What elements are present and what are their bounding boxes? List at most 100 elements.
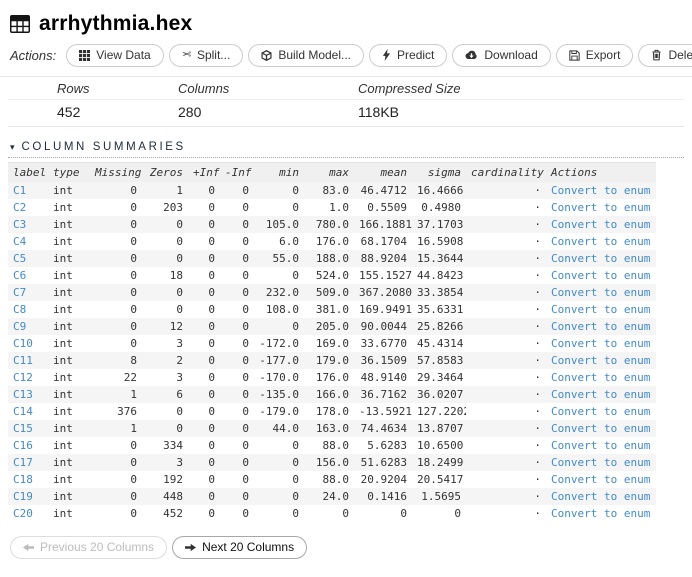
column-label-link[interactable]: C18 [13, 473, 33, 486]
type-cell: int [53, 473, 73, 486]
previous-20-columns-button[interactable]: Previous 20 Columns [10, 536, 168, 559]
column-summaries-section-header[interactable]: ▾ COLUMN SUMMARIES [8, 141, 684, 158]
numeric-cell: 25.8266 [417, 320, 464, 333]
column-label-link[interactable]: C15 [13, 422, 33, 435]
column-label-link[interactable]: C8 [13, 303, 26, 316]
convert-to-enum-link[interactable]: Convert to enum [551, 337, 650, 350]
numeric-cell: 0 [292, 473, 299, 486]
column-label-link[interactable]: C5 [13, 252, 26, 265]
scissors-icon: ✂ [181, 48, 191, 61]
column-label-link[interactable]: C7 [13, 286, 26, 299]
numeric-cell: 0 [242, 473, 249, 486]
table-row: C16 int 0 334 0 0 0 88.0 5.6283 10.6500 · Convert t… [8, 437, 656, 454]
numeric-cell: 6 [176, 388, 183, 401]
convert-to-enum-link[interactable]: Convert to enum [551, 320, 650, 333]
numeric-cell: 0 [242, 303, 249, 316]
numeric-cell: 127.2202 [417, 405, 466, 418]
convert-to-enum-link[interactable]: Convert to enum [551, 405, 650, 418]
numeric-cell: 0 [130, 507, 137, 520]
convert-to-enum-link[interactable]: Convert to enum [551, 371, 650, 384]
numeric-cell: 0 [292, 320, 299, 333]
column-label-link[interactable]: C16 [13, 439, 33, 452]
download-button[interactable]: Download [452, 44, 551, 67]
split-button[interactable]: ✂ Split... [168, 44, 244, 67]
view-data-button[interactable]: View Data [66, 44, 164, 67]
actions-cell: Convert to enum [546, 403, 656, 420]
numeric-cell: 18 [169, 269, 183, 282]
label-cell: C12 [8, 369, 48, 386]
numeric-cell: 0 [208, 422, 215, 435]
export-button[interactable]: Export [555, 44, 634, 67]
column-label-link[interactable]: C3 [13, 218, 26, 231]
convert-to-enum-link[interactable]: Convert to enum [551, 201, 650, 214]
numeric-cell: 36.1509 [360, 354, 407, 367]
table-frame-icon [10, 15, 30, 33]
convert-to-enum-link[interactable]: Convert to enum [551, 184, 650, 197]
type-cell: int [53, 252, 73, 265]
convert-to-enum-link[interactable]: Convert to enum [551, 388, 650, 401]
numeric-cell: 0 [242, 201, 249, 214]
label-cell: C8 [8, 301, 48, 318]
frame-header: arrhythmia.hex [10, 12, 684, 36]
column-label-link[interactable]: C11 [13, 354, 33, 367]
convert-to-enum-link[interactable]: Convert to enum [551, 473, 650, 486]
numeric-cell: 0 [208, 507, 215, 520]
download-label: Download [484, 48, 538, 62]
convert-to-enum-link[interactable]: Convert to enum [551, 252, 650, 265]
convert-to-enum-link[interactable]: Convert to enum [551, 507, 650, 520]
type-cell: int [53, 490, 73, 503]
table-row: C8 int 0 0 0 0 108.0 381.0 169.9491 35.6331 · Conve… [8, 301, 656, 318]
type-cell: int [53, 456, 73, 469]
column-header-cardinality: cardinality [466, 162, 546, 182]
numeric-cell: 0 [292, 269, 299, 282]
column-label-link[interactable]: C20 [13, 507, 33, 520]
collapse-caret-icon: ▾ [10, 141, 15, 152]
numeric-cell: 0 [242, 235, 249, 248]
delete-button[interactable]: Delete [638, 44, 692, 67]
rows-value: 452 [57, 104, 81, 120]
numeric-cell: 0 [242, 320, 249, 333]
convert-to-enum-link[interactable]: Convert to enum [551, 303, 650, 316]
column-label-link[interactable]: C10 [13, 337, 33, 350]
convert-to-enum-link[interactable]: Convert to enum [551, 439, 650, 452]
column-label-link[interactable]: C13 [13, 388, 33, 401]
column-label-link[interactable]: C4 [13, 235, 26, 248]
convert-to-enum-link[interactable]: Convert to enum [551, 456, 650, 469]
type-cell: int [53, 269, 73, 282]
numeric-cell: 33.6770 [360, 337, 407, 350]
convert-to-enum-link[interactable]: Convert to enum [551, 490, 650, 503]
actions-cell: Convert to enum [546, 420, 656, 437]
column-label-link[interactable]: C14 [13, 405, 33, 418]
column-label-link[interactable]: C6 [13, 269, 26, 282]
build-model-button[interactable]: Build Model... [248, 44, 365, 67]
column-label-link[interactable]: C17 [13, 456, 33, 469]
convert-to-enum-link[interactable]: Convert to enum [551, 269, 650, 282]
label-cell: C4 [8, 233, 48, 250]
actions-cell: Convert to enum [546, 301, 656, 318]
label-cell: C10 [8, 335, 48, 352]
column-label-link[interactable]: C19 [13, 490, 33, 503]
numeric-cell: 1.0 [329, 201, 349, 214]
convert-to-enum-link[interactable]: Convert to enum [551, 218, 650, 231]
convert-to-enum-link[interactable]: Convert to enum [551, 354, 650, 367]
column-label-link[interactable]: C2 [13, 201, 26, 214]
column-label-link[interactable]: C9 [13, 320, 26, 333]
convert-to-enum-link[interactable]: Convert to enum [551, 235, 650, 248]
numeric-cell: 68.1704 [360, 235, 407, 248]
section-title: COLUMN SUMMARIES [21, 141, 186, 153]
label-cell: C1 [8, 182, 48, 199]
numeric-cell: 0 [130, 490, 137, 503]
next-20-columns-button[interactable]: Next 20 Columns [172, 536, 308, 559]
numeric-cell: 0 [292, 456, 299, 469]
trash-icon [651, 49, 662, 61]
column-label-link[interactable]: C1 [13, 184, 26, 197]
convert-to-enum-link[interactable]: Convert to enum [551, 286, 650, 299]
numeric-cell: 0 [208, 303, 215, 316]
predict-button[interactable]: Predict [369, 44, 448, 67]
label-cell: C2 [8, 199, 48, 216]
numeric-cell: 0 [130, 235, 137, 248]
convert-to-enum-link[interactable]: Convert to enum [551, 422, 650, 435]
column-label-link[interactable]: C12 [13, 371, 33, 384]
numeric-cell: 13.8707 [417, 422, 464, 435]
actions-cell: Convert to enum [546, 267, 656, 284]
